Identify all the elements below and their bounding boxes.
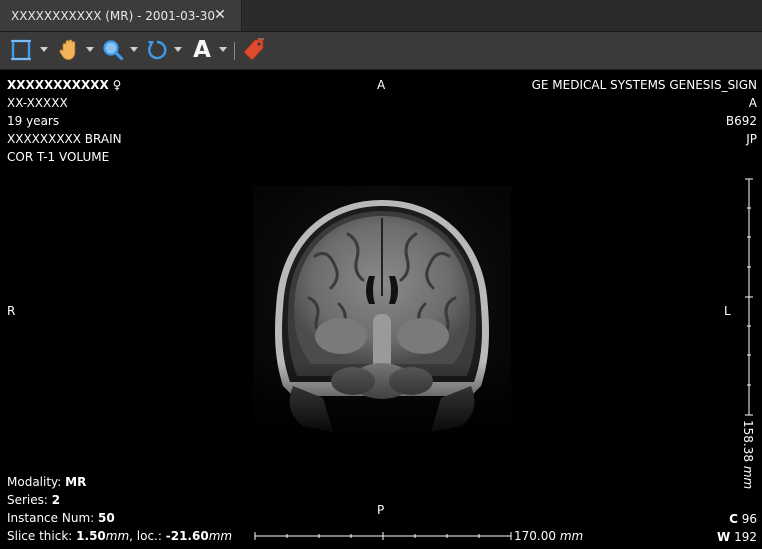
slice-thick-label: Slice thick:: [7, 529, 73, 543]
vertical-ruler: [745, 178, 753, 416]
orientation-bottom: P: [377, 503, 385, 517]
series-value: 2: [51, 493, 61, 507]
study-description: XXXXXXXXX BRAIN: [7, 132, 122, 146]
chevron-down-icon[interactable]: [219, 47, 227, 53]
location-unit: mm: [208, 529, 233, 543]
window-width-label: W: [717, 530, 731, 544]
overlay-line-3: B692: [725, 114, 757, 128]
pan-hand-icon[interactable]: [57, 38, 81, 62]
top-right-overlay: GE MEDICAL SYSTEMS GENESIS_SIGN A B692 J…: [532, 76, 757, 148]
close-icon[interactable]: ✕: [213, 7, 227, 23]
modality-value: MR: [65, 475, 87, 489]
toolbar-separator: [234, 42, 235, 60]
window-center-value: 96: [741, 512, 757, 526]
series-label: Series:: [7, 493, 48, 507]
modality-label: Modality:: [7, 475, 62, 489]
overlay-line-4: JP: [746, 132, 757, 146]
instance-label: Instance Num:: [7, 511, 95, 525]
overlay-line-2: A: [748, 96, 757, 110]
tab-study[interactable]: XXXXXXXXXXX (MR) - 2001-03-30 ✕: [0, 0, 242, 31]
vertical-ruler-unit: mm: [741, 465, 755, 490]
mri-image: [253, 186, 511, 438]
location-label: , loc.:: [129, 529, 162, 543]
chevron-down-icon[interactable]: [40, 47, 48, 53]
location-value: -21.60: [165, 529, 209, 543]
horizontal-ruler-value: 170.00: [514, 529, 556, 543]
orientation-right: L: [724, 304, 731, 318]
orientation-top: A: [377, 78, 386, 92]
series-description: COR T-1 VOLUME: [7, 150, 110, 164]
bottom-left-overlay: Modality: MR Series: 2 Instance Num: 50 …: [7, 473, 232, 545]
crop-frame-icon[interactable]: [9, 38, 33, 62]
chevron-down-icon[interactable]: [174, 47, 182, 53]
manufacturer: GE MEDICAL SYSTEMS GENESIS_SIGN: [531, 78, 757, 92]
image-viewport[interactable]: XXXXXXXXXXX ♀ XX-XXXXX 19 years XXXXXXXX…: [0, 70, 762, 549]
patient-age: 19 years: [7, 114, 60, 128]
window-level-overlay: C 96 W 192: [717, 510, 757, 546]
horizontal-ruler-label: 170.00 mm: [514, 527, 583, 545]
sex-symbol: ♀: [112, 78, 122, 92]
patient-id: XX-XXXXX: [7, 96, 68, 110]
window-center-label: C: [729, 512, 738, 526]
toolbar: A: [0, 32, 762, 70]
text-annotation-icon[interactable]: A: [190, 38, 214, 62]
patient-name: XXXXXXXXXXX: [7, 78, 109, 92]
horizontal-ruler: [254, 532, 512, 540]
tab-bar: XXXXXXXXXXX (MR) - 2001-03-30 ✕: [0, 0, 762, 32]
tag-icon[interactable]: [242, 38, 266, 62]
horizontal-ruler-unit: mm: [559, 529, 584, 543]
slice-thick-value: 1.50: [76, 529, 106, 543]
orientation-left: R: [7, 304, 16, 318]
chevron-down-icon[interactable]: [130, 47, 138, 53]
slice-thick-unit: mm: [105, 529, 130, 543]
tab-title: XXXXXXXXXXX (MR) - 2001-03-30: [11, 8, 215, 23]
vertical-ruler-label: 158.38 mm: [741, 420, 755, 489]
zoom-magnifier-icon[interactable]: [101, 38, 125, 62]
instance-value: 50: [98, 511, 115, 525]
rotate-icon[interactable]: [145, 38, 169, 62]
top-left-overlay: XXXXXXXXXXX ♀ XX-XXXXX 19 years XXXXXXXX…: [7, 76, 122, 166]
window-width-value: 192: [734, 530, 757, 544]
vertical-ruler-value: 158.38: [741, 420, 755, 462]
chevron-down-icon[interactable]: [86, 47, 94, 53]
